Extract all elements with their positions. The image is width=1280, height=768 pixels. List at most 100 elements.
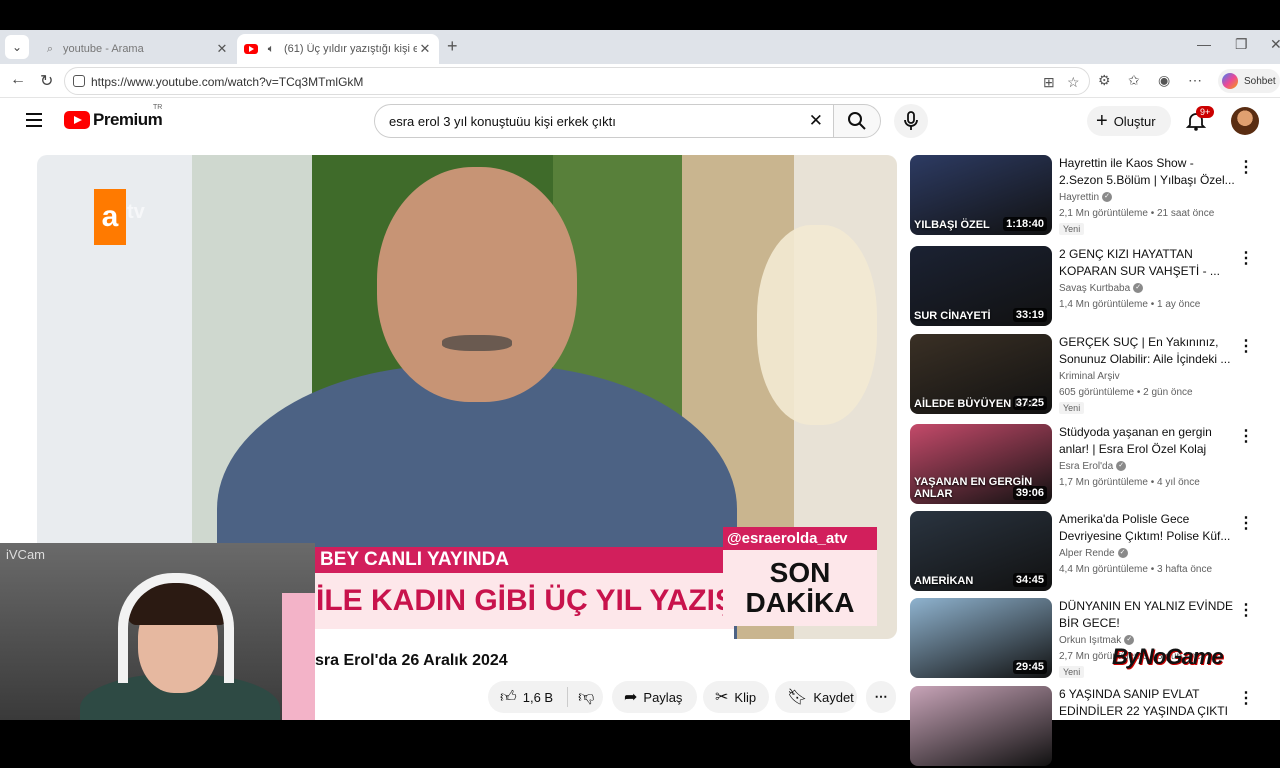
video-title[interactable]: GERÇEK SUÇ | En Yakınınız, Sonunuz Olabi… bbox=[1059, 334, 1237, 368]
create-button[interactable]: + Oluştur bbox=[1087, 106, 1171, 136]
favorites-icon[interactable]: ✩ bbox=[1128, 72, 1140, 89]
video-title[interactable]: DÜNYANIN EN YALNIZ EVİNDE BİR GECE! bbox=[1059, 598, 1237, 632]
thumbnail-overlay-text: AMERİKAN bbox=[914, 575, 974, 587]
more-vertical-icon[interactable]: ⋮ bbox=[1238, 157, 1254, 177]
like-icon[interactable]: 👍︎ bbox=[500, 688, 517, 707]
maximize-icon[interactable]: ❐ bbox=[1235, 36, 1248, 53]
search-button[interactable] bbox=[833, 104, 881, 138]
tab-close-icon[interactable]: ✕ bbox=[214, 41, 230, 57]
verified-check-icon: ✓ bbox=[1117, 548, 1128, 559]
video-meta: 6 YAŞINDA SANIP EVLAT EDİNDİLER 22 YAŞIN… bbox=[1059, 686, 1237, 720]
account-avatar[interactable] bbox=[1231, 107, 1259, 135]
tab-youtube-video[interactable]: 🔈︎ (61) Üç yıldır yazıştığı kişi erke ✕ bbox=[237, 34, 439, 64]
video-title[interactable]: Stüdyoda yaşanan en gergin anlar! | Esra… bbox=[1059, 424, 1237, 458]
clear-search-icon[interactable]: ✕ bbox=[809, 111, 823, 131]
copilot-button[interactable]: Sohbet bbox=[1218, 69, 1280, 93]
search-icon bbox=[848, 112, 866, 130]
video-title[interactable]: Hayrettin ile Kaos Show - 2.Sezon 5.Bölü… bbox=[1059, 155, 1237, 189]
thumbnail-overlay-text: YILBAŞI ÖZEL bbox=[914, 219, 990, 231]
youtube-play-icon bbox=[64, 111, 90, 129]
video-title[interactable]: 6 YAŞINDA SANIP EVLAT EDİNDİLER 22 YAŞIN… bbox=[1059, 686, 1237, 720]
channel-name[interactable]: Hayrettin ✓ bbox=[1059, 192, 1237, 203]
video-thumbnail[interactable]: SUR CİNAYETİ 33:19 bbox=[910, 246, 1052, 326]
recommendation-item[interactable]: SUR CİNAYETİ 33:19 2 GENÇ KIZI HAYATTAN KO… bbox=[910, 246, 1270, 328]
copilot-icon bbox=[1222, 73, 1238, 89]
new-badge: Yeni bbox=[1059, 666, 1085, 678]
video-thumbnail[interactable]: AMERİKAN 34:45 bbox=[910, 511, 1052, 591]
extensions-icon[interactable]: ⚙︎ bbox=[1098, 72, 1111, 89]
recommendation-item[interactable]: AMERİKAN 34:45 Amerika'da Polisle Gece Dev… bbox=[910, 511, 1270, 593]
verified-check-icon: ✓ bbox=[1102, 192, 1113, 203]
screen-top-bar bbox=[0, 0, 1280, 30]
more-menu-icon[interactable]: ⋯ bbox=[1188, 72, 1202, 89]
url-field[interactable]: https://www.youtube.com/watch?v=TCq3MTml… bbox=[64, 67, 1090, 95]
video-meta: 2 GENÇ KIZI HAYATTAN KOPARAN SUR VAHŞETİ… bbox=[1059, 246, 1237, 310]
dislike-icon[interactable]: 👎︎ bbox=[578, 688, 594, 707]
recommendation-item[interactable]: AİLEDE BÜYÜYEN KAR 37:25 GERÇEK SUÇ | En Y… bbox=[910, 334, 1270, 416]
headset-icon bbox=[118, 573, 234, 683]
share-button[interactable]: ➦ Paylaş bbox=[612, 681, 697, 713]
video-title[interactable]: 2 GENÇ KIZI HAYATTAN KOPARAN SUR VAHŞETİ… bbox=[1059, 246, 1237, 280]
banner-top-text: BEY CANLI YAYINDA bbox=[314, 547, 734, 573]
site-info-icon[interactable] bbox=[73, 75, 85, 87]
tab-close-icon[interactable]: ✕ bbox=[417, 41, 433, 57]
youtube-logo[interactable]: Premium TR bbox=[64, 104, 163, 130]
channel-name[interactable]: Esra Erol'da ✓ bbox=[1059, 461, 1237, 472]
channel-name[interactable]: Alper Rende ✓ bbox=[1059, 548, 1237, 559]
recommendation-item[interactable]: YILBAŞI ÖZEL 1:18:40 Hayrettin ile Kaos Sh… bbox=[910, 155, 1270, 237]
youtube-favicon-icon bbox=[244, 42, 258, 56]
video-thumbnail[interactable] bbox=[910, 686, 1052, 766]
guide-menu-icon[interactable] bbox=[26, 113, 42, 127]
instagram-handle: @esraerolda_atv bbox=[723, 527, 877, 551]
background-lamp bbox=[757, 225, 877, 425]
more-vertical-icon[interactable]: ⋮ bbox=[1238, 688, 1254, 708]
minimize-icon[interactable]: — bbox=[1197, 36, 1211, 52]
recommendation-item[interactable]: YAŞANAN EN GERGİN ANLAR 39:06 Stüdyoda yaş… bbox=[910, 424, 1270, 506]
like-count[interactable]: 1,6 B bbox=[523, 690, 553, 705]
new-tab-button[interactable]: + bbox=[447, 36, 458, 57]
favorite-star-icon[interactable]: ☆ bbox=[1067, 74, 1080, 91]
more-vertical-icon[interactable]: ⋮ bbox=[1238, 426, 1254, 446]
more-vertical-icon[interactable]: ⋮ bbox=[1238, 248, 1254, 268]
voice-search-button[interactable] bbox=[894, 104, 928, 138]
breaking-news-line2: DAKİKA bbox=[745, 587, 855, 618]
more-vertical-icon[interactable]: ⋮ bbox=[1238, 513, 1254, 533]
channel-name-text: Hayrettin bbox=[1059, 192, 1100, 203]
profile-icon[interactable]: ◉ bbox=[1158, 72, 1170, 89]
video-duration: 37:25 bbox=[1012, 396, 1047, 410]
clip-button[interactable]: ✂ Klip bbox=[703, 681, 769, 713]
tab-actions-menu-button[interactable]: ⌄ bbox=[5, 35, 29, 59]
more-actions-button[interactable]: ⋯ bbox=[866, 681, 896, 713]
video-meta: Hayrettin ile Kaos Show - 2.Sezon 5.Bölü… bbox=[1059, 155, 1237, 237]
more-vertical-icon[interactable]: ⋮ bbox=[1238, 600, 1254, 620]
video-duration: 1:18:40 bbox=[1003, 217, 1047, 231]
video-thumbnail[interactable]: 29:45 bbox=[910, 598, 1052, 678]
video-thumbnail[interactable]: AİLEDE BÜYÜYEN KAR 37:25 bbox=[910, 334, 1052, 414]
video-thumbnail[interactable]: YAŞANAN EN GERGİN ANLAR 39:06 bbox=[910, 424, 1052, 504]
tab-title: (61) Üç yıldır yazıştığı kişi erke bbox=[284, 43, 417, 55]
video-stats: 2,1 Mn görüntüleme • 21 saat önce bbox=[1059, 208, 1215, 219]
create-label: Oluştur bbox=[1113, 113, 1156, 129]
video-meta: GERÇEK SUÇ | En Yakınınız, Sonunuz Olabi… bbox=[1059, 334, 1237, 416]
video-meta: Stüdyoda yaşanan en gergin anlar! | Esra… bbox=[1059, 424, 1237, 488]
speaker-icon[interactable]: 🔈︎ bbox=[264, 42, 278, 56]
recommendation-item[interactable]: 6 YAŞINDA SANIP EVLAT EDİNDİLER 22 YAŞIN… bbox=[910, 686, 1270, 768]
video-title[interactable]: Amerika'da Polisle Gece Devriyesine Çıkt… bbox=[1059, 511, 1237, 545]
channel-name-text: Savaş Kurtbaba bbox=[1059, 283, 1131, 294]
notification-badge: 9+ bbox=[1196, 106, 1215, 118]
search-query-text: esra erol 3 yıl konuştuüu kişi erkek çık… bbox=[389, 114, 616, 129]
search-input[interactable]: esra erol 3 yıl konuştuüu kişi erkek çık… bbox=[374, 104, 834, 138]
video-thumbnail[interactable]: YILBAŞI ÖZEL 1:18:40 bbox=[910, 155, 1052, 235]
save-button[interactable]: 🔖︎ Kaydet bbox=[775, 681, 857, 713]
more-vertical-icon[interactable]: ⋮ bbox=[1238, 336, 1254, 356]
app-available-icon[interactable]: ⊞ bbox=[1043, 74, 1055, 91]
back-icon[interactable]: ← bbox=[10, 71, 26, 89]
tab-search[interactable]: ⌕ youtube - Arama ✕ bbox=[36, 34, 236, 64]
atv-logo: a bbox=[94, 189, 126, 245]
close-window-icon[interactable]: ✕ bbox=[1270, 36, 1280, 53]
channel-name[interactable]: Kriminal Arşiv bbox=[1059, 371, 1237, 382]
scissors-icon: ✂ bbox=[715, 689, 729, 706]
channel-name[interactable]: Savaş Kurtbaba ✓ bbox=[1059, 283, 1237, 294]
video-duration: 39:06 bbox=[1012, 486, 1047, 500]
reload-icon[interactable]: ↻ bbox=[40, 71, 53, 91]
